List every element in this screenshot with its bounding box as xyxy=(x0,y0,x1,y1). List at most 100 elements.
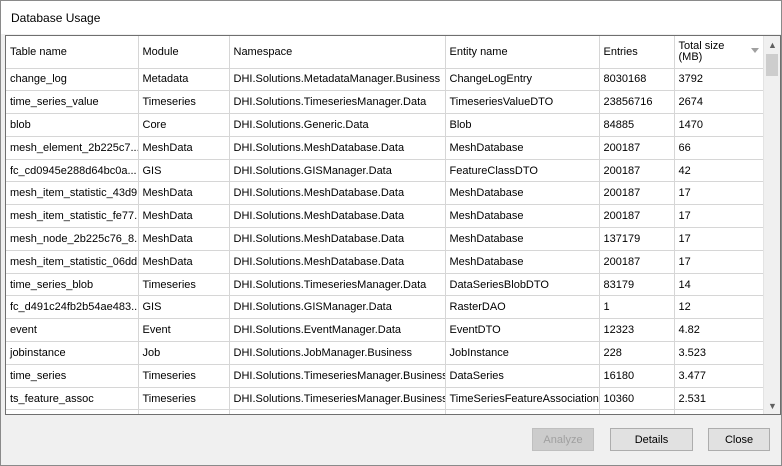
table-row[interactable]: jobinstance Job DHI.Solutions.JobManager.B… xyxy=(6,341,764,365)
table-row[interactable]: time_series Timeseries DHI.Solutions.Times… xyxy=(6,364,764,388)
total-size-cell: 3.523 xyxy=(674,341,764,365)
entries-cell: 200187 xyxy=(599,250,675,274)
entity-name-cell: DataSeries xyxy=(445,364,600,388)
module-cell: Core xyxy=(138,113,230,137)
entries-cell xyxy=(599,409,675,414)
entity-name-cell: MeshDatabase xyxy=(445,136,600,160)
column-header-namespace[interactable]: Namespace xyxy=(229,36,446,69)
total-size-cell: 66 xyxy=(674,136,764,160)
entity-name-cell: MeshDatabase xyxy=(445,181,600,206)
total-size-cell: 17 xyxy=(674,181,764,206)
total-size-cell: 42 xyxy=(674,159,764,183)
entries-cell: 200187 xyxy=(599,159,675,183)
table-row[interactable]: mesh_element_2b225c7... MeshData DHI.Solut… xyxy=(6,136,764,160)
table-row[interactable]: blob Core DHI.Solutions.Generic.Data Blob 84… xyxy=(6,113,764,137)
table-name-cell: time_series_value xyxy=(6,90,139,115)
sort-descending-icon xyxy=(750,48,759,53)
entity-name-cell: JobInstance xyxy=(445,341,600,365)
module-cell: Timeseries xyxy=(138,364,230,388)
table-name-cell: mesh_item_statistic_43d9... xyxy=(6,181,139,206)
entity-name-cell: Blob xyxy=(445,113,600,137)
vertical-scrollbar[interactable]: ▲ ▼ xyxy=(763,36,780,414)
table-row[interactable]: time_series_blob Timeseries DHI.Solutions.… xyxy=(6,273,764,297)
namespace-cell: DHI.Solutions.TimeseriesManager.Data xyxy=(229,273,446,297)
usage-grid[interactable]: Table name Module Namespace Entity name … xyxy=(5,35,781,415)
entries-cell: 1 xyxy=(599,295,675,320)
table-name-cell: fc_d491c24fb2b54ae483... xyxy=(6,295,139,320)
table-row[interactable]: fc_d491c24fb2b54ae483... GIS DHI.Solutions… xyxy=(6,295,764,320)
namespace-cell: DHI.Solutions.MeshDatabase.Data xyxy=(229,204,446,229)
namespace-cell: DHI.Solutions.GISManager.Data xyxy=(229,159,446,183)
total-size-cell xyxy=(674,409,764,414)
entries-cell: 228 xyxy=(599,341,675,365)
entries-cell: 83179 xyxy=(599,273,675,297)
scrollbar-thumb[interactable] xyxy=(766,54,778,76)
total-size-cell: 3.477 xyxy=(674,364,764,388)
entries-cell: 8030168 xyxy=(599,68,675,92)
total-size-cell: 2.531 xyxy=(674,387,764,411)
column-header-total-size[interactable]: Total size (MB) xyxy=(674,36,764,69)
namespace-cell: DHI.Solutions.Generic.Data xyxy=(229,113,446,137)
module-cell: Timeseries xyxy=(138,90,230,115)
table-name-cell: mesh_element_2b225c7... xyxy=(6,136,139,160)
table-row[interactable]: time_series_value Timeseries DHI.Solutions… xyxy=(6,90,764,115)
total-size-cell: 1470 xyxy=(674,113,764,137)
entity-name-cell: ChangeLogEntry xyxy=(445,68,600,92)
column-header-entity-name[interactable]: Entity name xyxy=(445,36,600,69)
total-size-cell: 14 xyxy=(674,273,764,297)
usage-table: Table name Module Namespace Entity name … xyxy=(6,36,764,414)
entity-name-cell: TimeSeriesFeatureAssociation xyxy=(445,387,600,411)
table-row[interactable] xyxy=(6,409,764,414)
module-cell: GIS xyxy=(138,159,230,183)
table-name-cell: mesh_item_statistic_06dd... xyxy=(6,250,139,274)
table-name-cell: event xyxy=(6,318,139,343)
arrow-down-icon[interactable]: ▼ xyxy=(764,397,780,414)
total-size-cell: 17 xyxy=(674,250,764,274)
column-header-module[interactable]: Module xyxy=(138,36,230,69)
entity-name-cell: EventDTO xyxy=(445,318,600,343)
module-cell: MeshData xyxy=(138,227,230,251)
total-size-cell: 3792 xyxy=(674,68,764,92)
header-row: Table name Module Namespace Entity name … xyxy=(6,36,764,69)
module-cell: MeshData xyxy=(138,250,230,274)
entity-name-cell: FeatureClassDTO xyxy=(445,159,600,183)
total-size-cell: 17 xyxy=(674,227,764,251)
table-row[interactable]: change_log Metadata DHI.Solutions.Metadata… xyxy=(6,68,764,92)
entity-name-cell: MeshDatabase xyxy=(445,250,600,274)
column-header-entries[interactable]: Entries xyxy=(599,36,675,69)
table-row[interactable]: event Event DHI.Solutions.EventManager.Dat… xyxy=(6,318,764,343)
module-cell: Timeseries xyxy=(138,387,230,411)
table-row[interactable]: mesh_item_statistic_fe77... MeshData DHI.S… xyxy=(6,204,764,229)
dialog-title: Database Usage xyxy=(11,11,101,25)
table-row[interactable]: fc_cd0945e288d64bc0a... GIS DHI.Solutions.… xyxy=(6,159,764,183)
namespace-cell xyxy=(229,409,446,414)
module-cell xyxy=(138,409,230,414)
table-row[interactable]: mesh_node_2b225c76_8... MeshData DHI.Solut… xyxy=(6,227,764,251)
table-name-cell: ts_feature_assoc xyxy=(6,387,139,411)
total-size-cell: 4.82 xyxy=(674,318,764,343)
column-header-table-name[interactable]: Table name xyxy=(6,36,139,69)
table-name-cell: change_log xyxy=(6,68,139,92)
table-row[interactable]: mesh_item_statistic_43d9... MeshData DHI.S… xyxy=(6,181,764,206)
table-row[interactable]: ts_feature_assoc Timeseries DHI.Solutions.… xyxy=(6,387,764,411)
details-button[interactable]: Details xyxy=(610,428,693,451)
module-cell: MeshData xyxy=(138,136,230,160)
entity-name-cell: TimeseriesValueDTO xyxy=(445,90,600,115)
table-name-cell: jobinstance xyxy=(6,341,139,365)
namespace-cell: DHI.Solutions.TimeseriesManager.Business xyxy=(229,387,446,411)
module-cell: Event xyxy=(138,318,230,343)
close-button[interactable]: Close xyxy=(708,428,770,451)
table-row[interactable]: mesh_item_statistic_06dd... MeshData DHI.S… xyxy=(6,250,764,274)
analyze-button[interactable]: Analyze xyxy=(532,428,594,451)
arrow-up-icon[interactable]: ▲ xyxy=(764,36,780,53)
module-cell: GIS xyxy=(138,295,230,320)
module-cell: Timeseries xyxy=(138,273,230,297)
entries-cell: 16180 xyxy=(599,364,675,388)
namespace-cell: DHI.Solutions.MetadataManager.Business xyxy=(229,68,446,92)
entity-name-cell: MeshDatabase xyxy=(445,204,600,229)
namespace-cell: DHI.Solutions.EventManager.Data xyxy=(229,318,446,343)
namespace-cell: DHI.Solutions.MeshDatabase.Data xyxy=(229,250,446,274)
entries-cell: 84885 xyxy=(599,113,675,137)
total-size-cell: 12 xyxy=(674,295,764,320)
namespace-cell: DHI.Solutions.JobManager.Business xyxy=(229,341,446,365)
